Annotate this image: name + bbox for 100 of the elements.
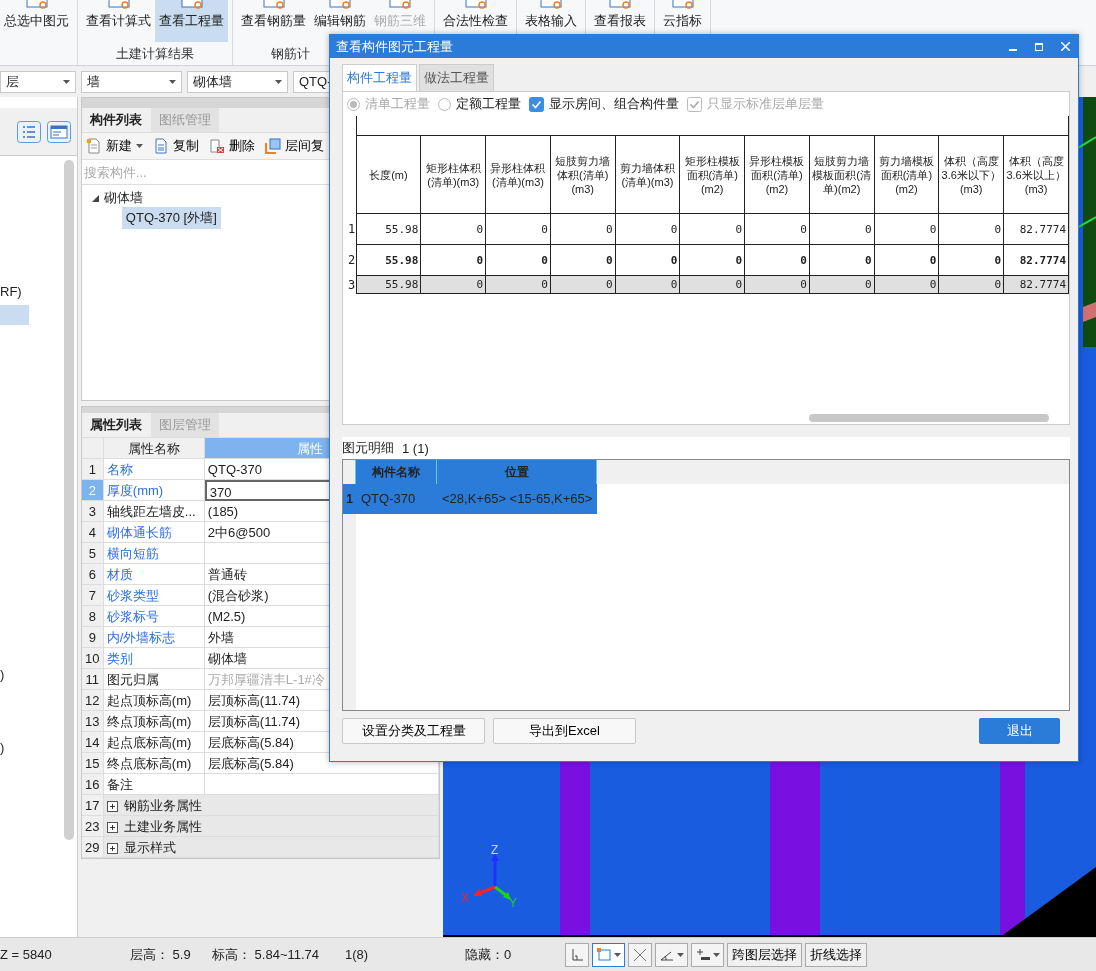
cross-tool-button[interactable] xyxy=(628,942,652,967)
angle-tool-button[interactable] xyxy=(655,942,688,967)
cross-icon xyxy=(632,946,648,963)
expand-plus-icon[interactable] xyxy=(106,822,118,834)
expand-triangle-icon[interactable] xyxy=(91,194,99,202)
toolbar-button[interactable]: 复制 xyxy=(152,137,199,155)
table-cell: 0 xyxy=(874,244,939,276)
scrollbar[interactable] xyxy=(63,160,74,840)
row-number: 5 xyxy=(81,543,104,564)
floor-list-item[interactable]: ) xyxy=(0,738,29,758)
caret-icon xyxy=(63,79,70,84)
table-cell: 55.98 xyxy=(356,244,421,276)
axis-label: X xyxy=(461,891,469,905)
corner-tool-button[interactable] xyxy=(565,942,589,967)
row-number: 3 xyxy=(81,501,104,522)
property-group-label: 显示样式 xyxy=(123,840,176,855)
new-document-icon xyxy=(85,138,102,154)
column-header: 剪力墙体积(清单)(m3) xyxy=(615,135,680,214)
column-header: 短肢剪力墙模板面积(清单)(m2) xyxy=(809,135,875,214)
property-name: 砌体通长筋 xyxy=(103,522,205,543)
row-number: 23 xyxy=(81,816,104,837)
window-view-icon[interactable] xyxy=(46,120,71,143)
checkbox-icon[interactable] xyxy=(529,96,544,112)
selection-mode-button[interactable]: 跨图层选择 xyxy=(727,942,802,967)
row-number: 4 xyxy=(81,522,104,543)
minimize-icon xyxy=(1009,48,1017,51)
floor-list-item[interactable]: ) xyxy=(0,665,29,685)
status-text: 隐藏：0 xyxy=(465,945,513,964)
ribbon-button[interactable]: 查看钢筋量 xyxy=(237,0,310,42)
ribbon-button[interactable]: 表格输入 xyxy=(521,0,581,42)
table-cell: 0 xyxy=(809,244,875,276)
row-number: 17 xyxy=(81,795,104,816)
row-number: 1 xyxy=(348,213,357,245)
copy-icon xyxy=(152,138,169,154)
column-header: 短肢剪力墙体积(清单)(m3) xyxy=(550,135,616,214)
checkbox-option[interactable]: 显示房间、组合构件量 xyxy=(529,95,679,113)
tree-item[interactable]: 砌体墙 xyxy=(103,189,143,207)
property-name: 横向短筋 xyxy=(103,543,205,564)
column-header: 体积（高度3.6米以上）(m3) xyxy=(1003,135,1069,214)
expand-plus-icon[interactable] xyxy=(106,801,118,813)
toolbar-icon xyxy=(179,0,204,9)
ribbon-button[interactable]: 查看计算式 xyxy=(82,0,155,42)
toolbar-button[interactable]: 新建 xyxy=(85,137,143,155)
tree-item[interactable]: QTQ-370 [外墙] xyxy=(121,207,221,229)
floor-list-item[interactable]: RF) xyxy=(0,282,29,302)
toolbar-button[interactable]: 删除 xyxy=(208,137,255,155)
rect-icon xyxy=(596,946,612,963)
dialog-tab[interactable]: 做法工程量 xyxy=(419,64,494,91)
caret-icon xyxy=(713,952,720,957)
list-view-icon[interactable] xyxy=(16,120,41,143)
column-header: 构件名称 xyxy=(356,460,437,484)
selector-dropdown[interactable]: 层 xyxy=(0,70,76,93)
plus-line-icon xyxy=(695,946,711,963)
column-header: 异形柱模板面积(清单)(m2) xyxy=(744,135,810,214)
ribbon-button[interactable]: 总选中图元 xyxy=(0,0,73,42)
dialog-button[interactable]: 退出 xyxy=(979,718,1060,744)
ribbon-button[interactable]: 云指标 xyxy=(659,0,706,42)
column-header: 体积（高度3.6米以下）(m3) xyxy=(938,135,1004,214)
ribbon-button[interactable]: 查看报表 xyxy=(590,0,650,42)
scrollbar[interactable] xyxy=(809,414,1049,422)
dialog-tab[interactable]: 构件工程量 xyxy=(342,64,417,91)
dialog-button[interactable]: 导出到Excel xyxy=(493,718,636,744)
table-cell: 0 xyxy=(550,213,616,245)
radio-option[interactable]: 定额工程量 xyxy=(438,95,521,113)
table-cell: 0 xyxy=(550,244,616,276)
layers-icon xyxy=(264,138,281,154)
property-group-row[interactable]: 显示样式 xyxy=(103,837,439,858)
row-number: 2 xyxy=(81,480,104,501)
property-name: 类别 xyxy=(103,648,205,669)
row-number: 1 xyxy=(81,459,104,480)
ribbon-button[interactable]: 查看工程量 xyxy=(155,0,228,42)
row-number: 8 xyxy=(81,606,104,627)
table-cell[interactable]: QTQ-370 xyxy=(356,484,437,514)
caret-icon xyxy=(677,952,684,957)
row-number: 1 xyxy=(343,484,356,514)
close-icon xyxy=(1060,42,1070,51)
property-group-row[interactable]: 土建业务属性 xyxy=(103,816,439,837)
selector-dropdown[interactable]: 砌体墙 xyxy=(187,70,288,93)
property-name: 材质 xyxy=(103,564,205,585)
rect-tool-button[interactable] xyxy=(592,942,625,967)
dialog-button[interactable]: 设置分类及工程量 xyxy=(342,718,485,744)
grid-corner xyxy=(343,460,356,484)
property-group-row[interactable]: 钢筋业务属性 xyxy=(103,795,439,816)
selector-dropdown[interactable]: 墙 xyxy=(81,70,182,93)
column-header: 异形柱体积(清单)(m3) xyxy=(485,135,551,214)
table-cell: 0 xyxy=(485,213,551,245)
status-text: 层高： 5.9 xyxy=(130,945,192,964)
table-cell: 0 xyxy=(938,244,1004,276)
status-text: 1(8) xyxy=(345,947,370,962)
column-header: 矩形柱模板面积(清单)(m2) xyxy=(679,135,745,214)
table-cell[interactable]: <28,K+65> <15-65,K+65> xyxy=(437,484,597,514)
toolbar-button[interactable]: 层间复 xyxy=(264,137,324,155)
selection-mode-button[interactable]: 折线选择 xyxy=(805,942,867,967)
plus-line-tool-button[interactable] xyxy=(691,942,724,967)
table-cell: 0 xyxy=(420,244,486,276)
axis-label: Z xyxy=(491,843,499,857)
table-cell: 82.7774 xyxy=(1003,213,1069,245)
expand-plus-icon[interactable] xyxy=(106,843,118,855)
radio-icon[interactable] xyxy=(438,97,451,111)
property-name: 终点顶标高(m) xyxy=(103,711,205,732)
